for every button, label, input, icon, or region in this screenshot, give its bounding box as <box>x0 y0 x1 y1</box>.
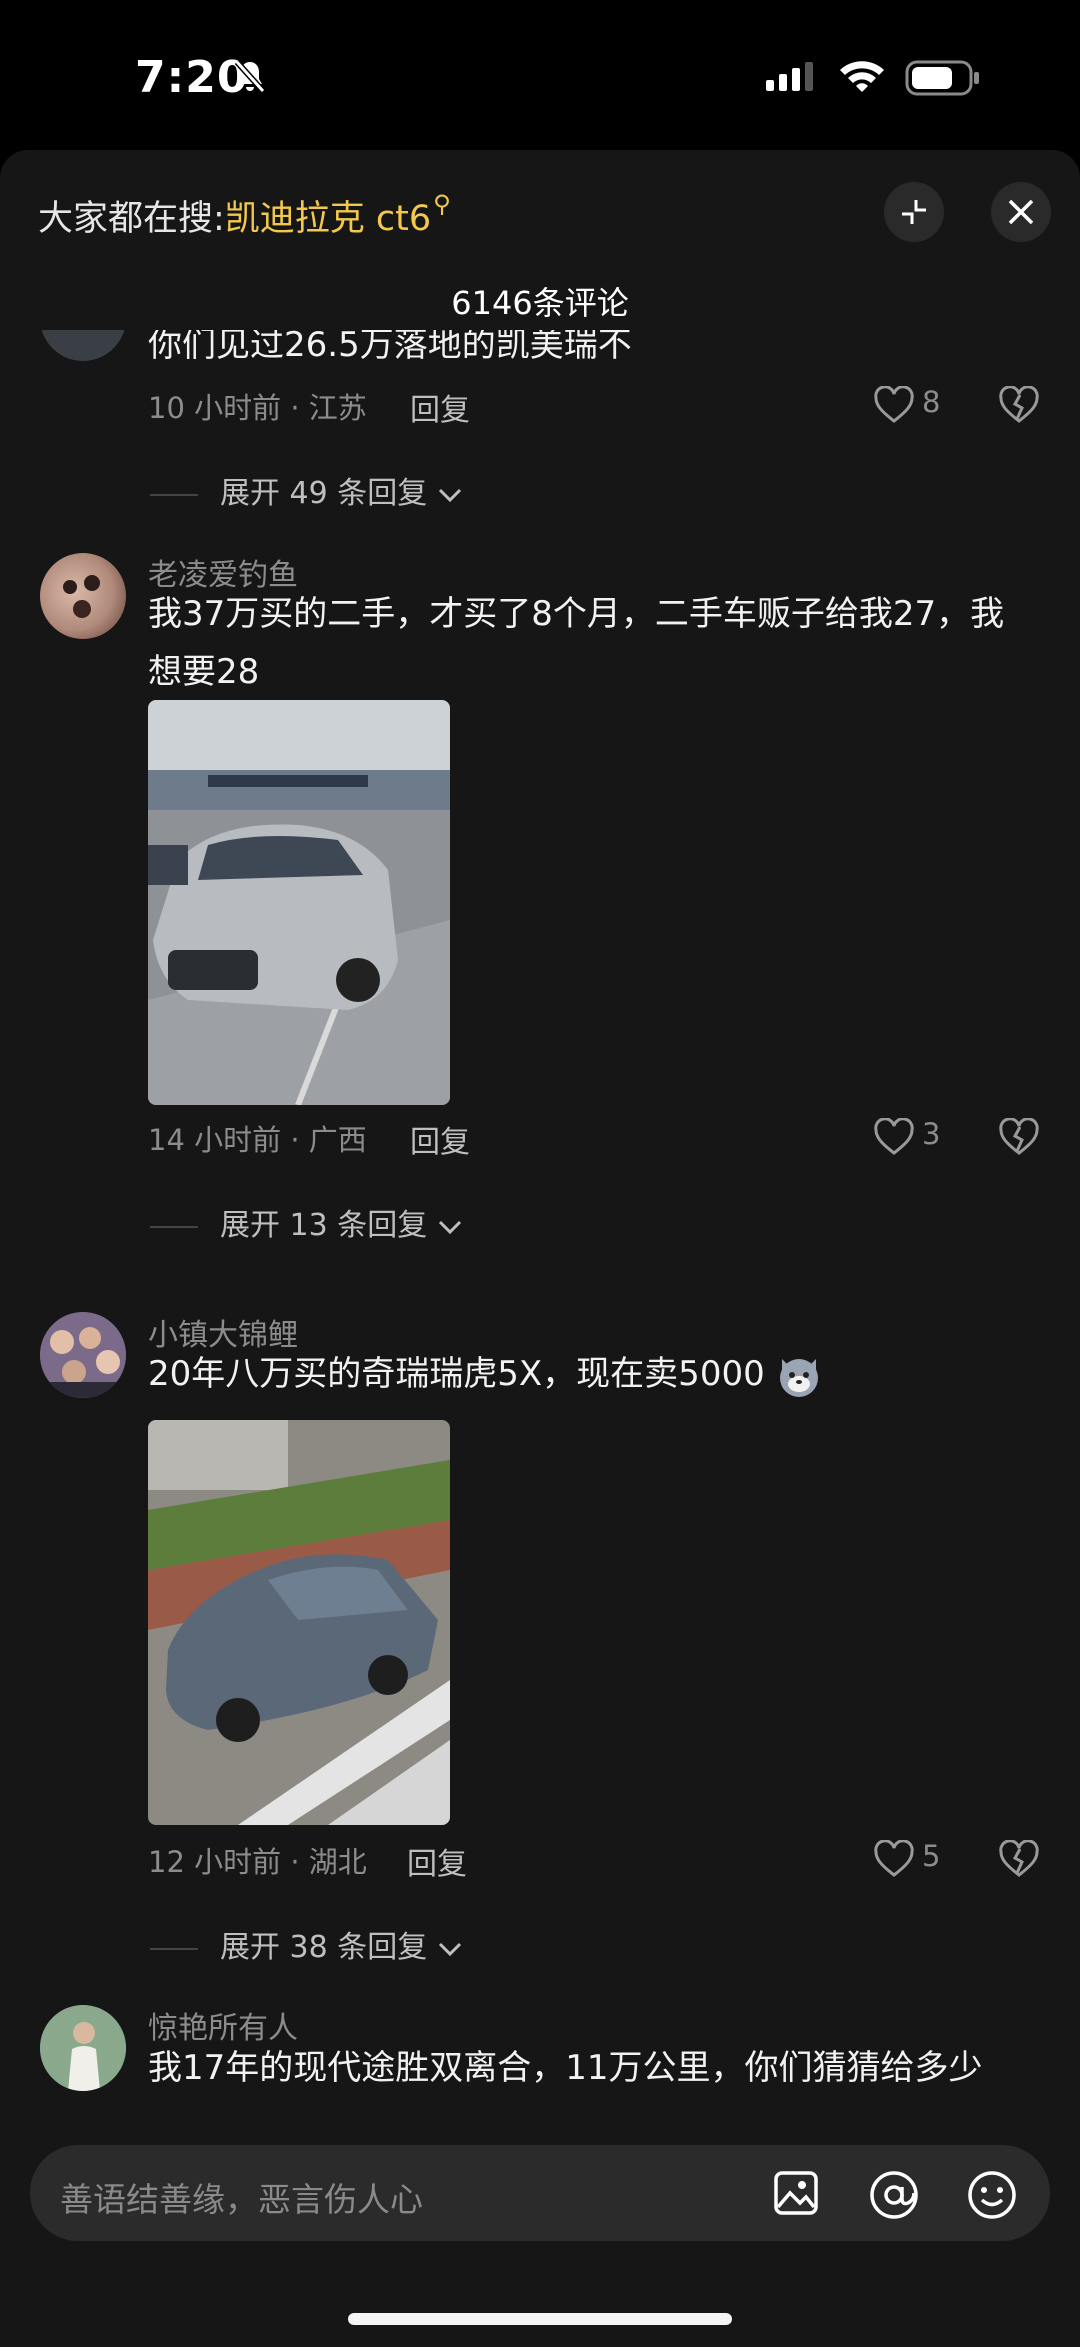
divider <box>150 1947 198 1950</box>
expand-replies-label: 展开 13 条回复 <box>220 1208 428 1243</box>
comment-text: 你们见过26.5万落地的凯美瑞不 <box>148 330 632 365</box>
comment-text-content: 20年八万买的奇瑞瑞虎5X，现在卖5000 <box>148 1354 765 1394</box>
expand-replies-button[interactable]: 展开 13 条回复 <box>150 1200 463 1244</box>
search-icon: ⚲ <box>433 190 451 218</box>
comment-image[interactable] <box>148 700 450 1105</box>
avatar-image <box>63 575 100 618</box>
avatar[interactable] <box>40 553 126 639</box>
image-icon[interactable] <box>772 2169 820 2217</box>
expand-replies-label: 展开 49 条回复 <box>220 476 428 511</box>
chevron-down-icon <box>438 1942 461 1956</box>
car-photo <box>148 700 450 1105</box>
status-bar: 7:20 <box>0 0 1080 150</box>
comment-text: 我37万买的二手，才买了8个月，二手车贩子给我27，我想要28 <box>148 594 1005 692</box>
search-suggestion-prefix: 大家都在搜: <box>38 199 225 239</box>
comment-text: 20年八万买的奇瑞瑞虎5X，现在卖5000 <box>148 1345 1018 1403</box>
comment-list[interactable]: 你们见过26.5万落地的凯美瑞不 10 小时前 · 江苏 回复 8 展开 49 … <box>0 330 1080 2280</box>
home-indicator <box>348 2313 732 2325</box>
search-suggestion-keyword[interactable]: 凯迪拉克 ct6 <box>225 199 431 239</box>
expand-replies-button[interactable]: 展开 38 条回复 <box>150 1922 463 1966</box>
like-count: 8 <box>922 385 941 419</box>
minimize-icon <box>902 200 926 224</box>
avatar[interactable] <box>40 1312 126 1398</box>
like-count: 5 <box>922 1839 941 1873</box>
comment-input[interactable]: 善语结善缘，恶言伤人心 <box>60 2173 423 2221</box>
avatar[interactable] <box>40 2005 126 2091</box>
like-icon[interactable] <box>873 386 915 424</box>
comments-sheet: 大家都在搜:凯迪拉克 ct6⚲ 6146条评论 你们见过26.5万落地的凯美瑞不… <box>0 150 1080 2347</box>
wolf-emoji-icon <box>779 1358 818 1397</box>
avatar-image <box>40 2005 126 2091</box>
mention-icon[interactable] <box>868 2169 920 2221</box>
expand-replies-label: 展开 38 条回复 <box>220 1930 428 1965</box>
divider <box>150 493 198 496</box>
comment-input-bar[interactable]: 善语结善缘，恶言伤人心 <box>30 2145 1050 2241</box>
comment-time-location: 14 小时前 · 广西 <box>148 1123 367 1157</box>
expand-replies-button[interactable]: 展开 49 条回复 <box>150 468 463 512</box>
avatar[interactable] <box>40 330 126 361</box>
reply-button[interactable]: 回复 <box>407 1839 467 1883</box>
dislike-icon[interactable] <box>998 1840 1040 1878</box>
search-suggestion[interactable]: 大家都在搜:凯迪拉克 ct6⚲ <box>38 190 451 241</box>
divider <box>150 1225 198 1228</box>
battery-icon <box>905 60 979 96</box>
comment-text: 我17年的现代途胜双离合，11万公里，你们猜猜给多少 <box>148 2048 983 2088</box>
emoji-icon[interactable] <box>966 2169 1018 2221</box>
cellular-signal-icon <box>766 62 813 91</box>
wifi-icon <box>840 61 884 92</box>
like-icon[interactable] <box>873 1118 915 1156</box>
comment-time-location: 12 小时前 · 湖北 <box>148 1845 367 1879</box>
like-icon[interactable] <box>873 1840 915 1878</box>
close-button[interactable] <box>991 182 1051 242</box>
comment-time-location: 10 小时前 · 江苏 <box>148 391 367 425</box>
chevron-down-icon <box>438 1220 461 1234</box>
bell-muted-icon <box>234 59 266 94</box>
reply-button[interactable]: 回复 <box>410 385 470 429</box>
dislike-icon[interactable] <box>998 1118 1040 1156</box>
minimize-button[interactable] <box>884 182 944 242</box>
reply-button[interactable]: 回复 <box>410 1117 470 1161</box>
comment-count: 6146条评论 <box>451 284 629 322</box>
close-icon <box>1008 199 1034 225</box>
car-photo <box>148 1420 450 1825</box>
comment-image[interactable] <box>148 1420 450 1825</box>
chevron-down-icon <box>438 488 461 502</box>
like-count: 3 <box>922 1117 941 1151</box>
avatar-image <box>40 1312 126 1398</box>
dislike-icon[interactable] <box>998 386 1040 424</box>
